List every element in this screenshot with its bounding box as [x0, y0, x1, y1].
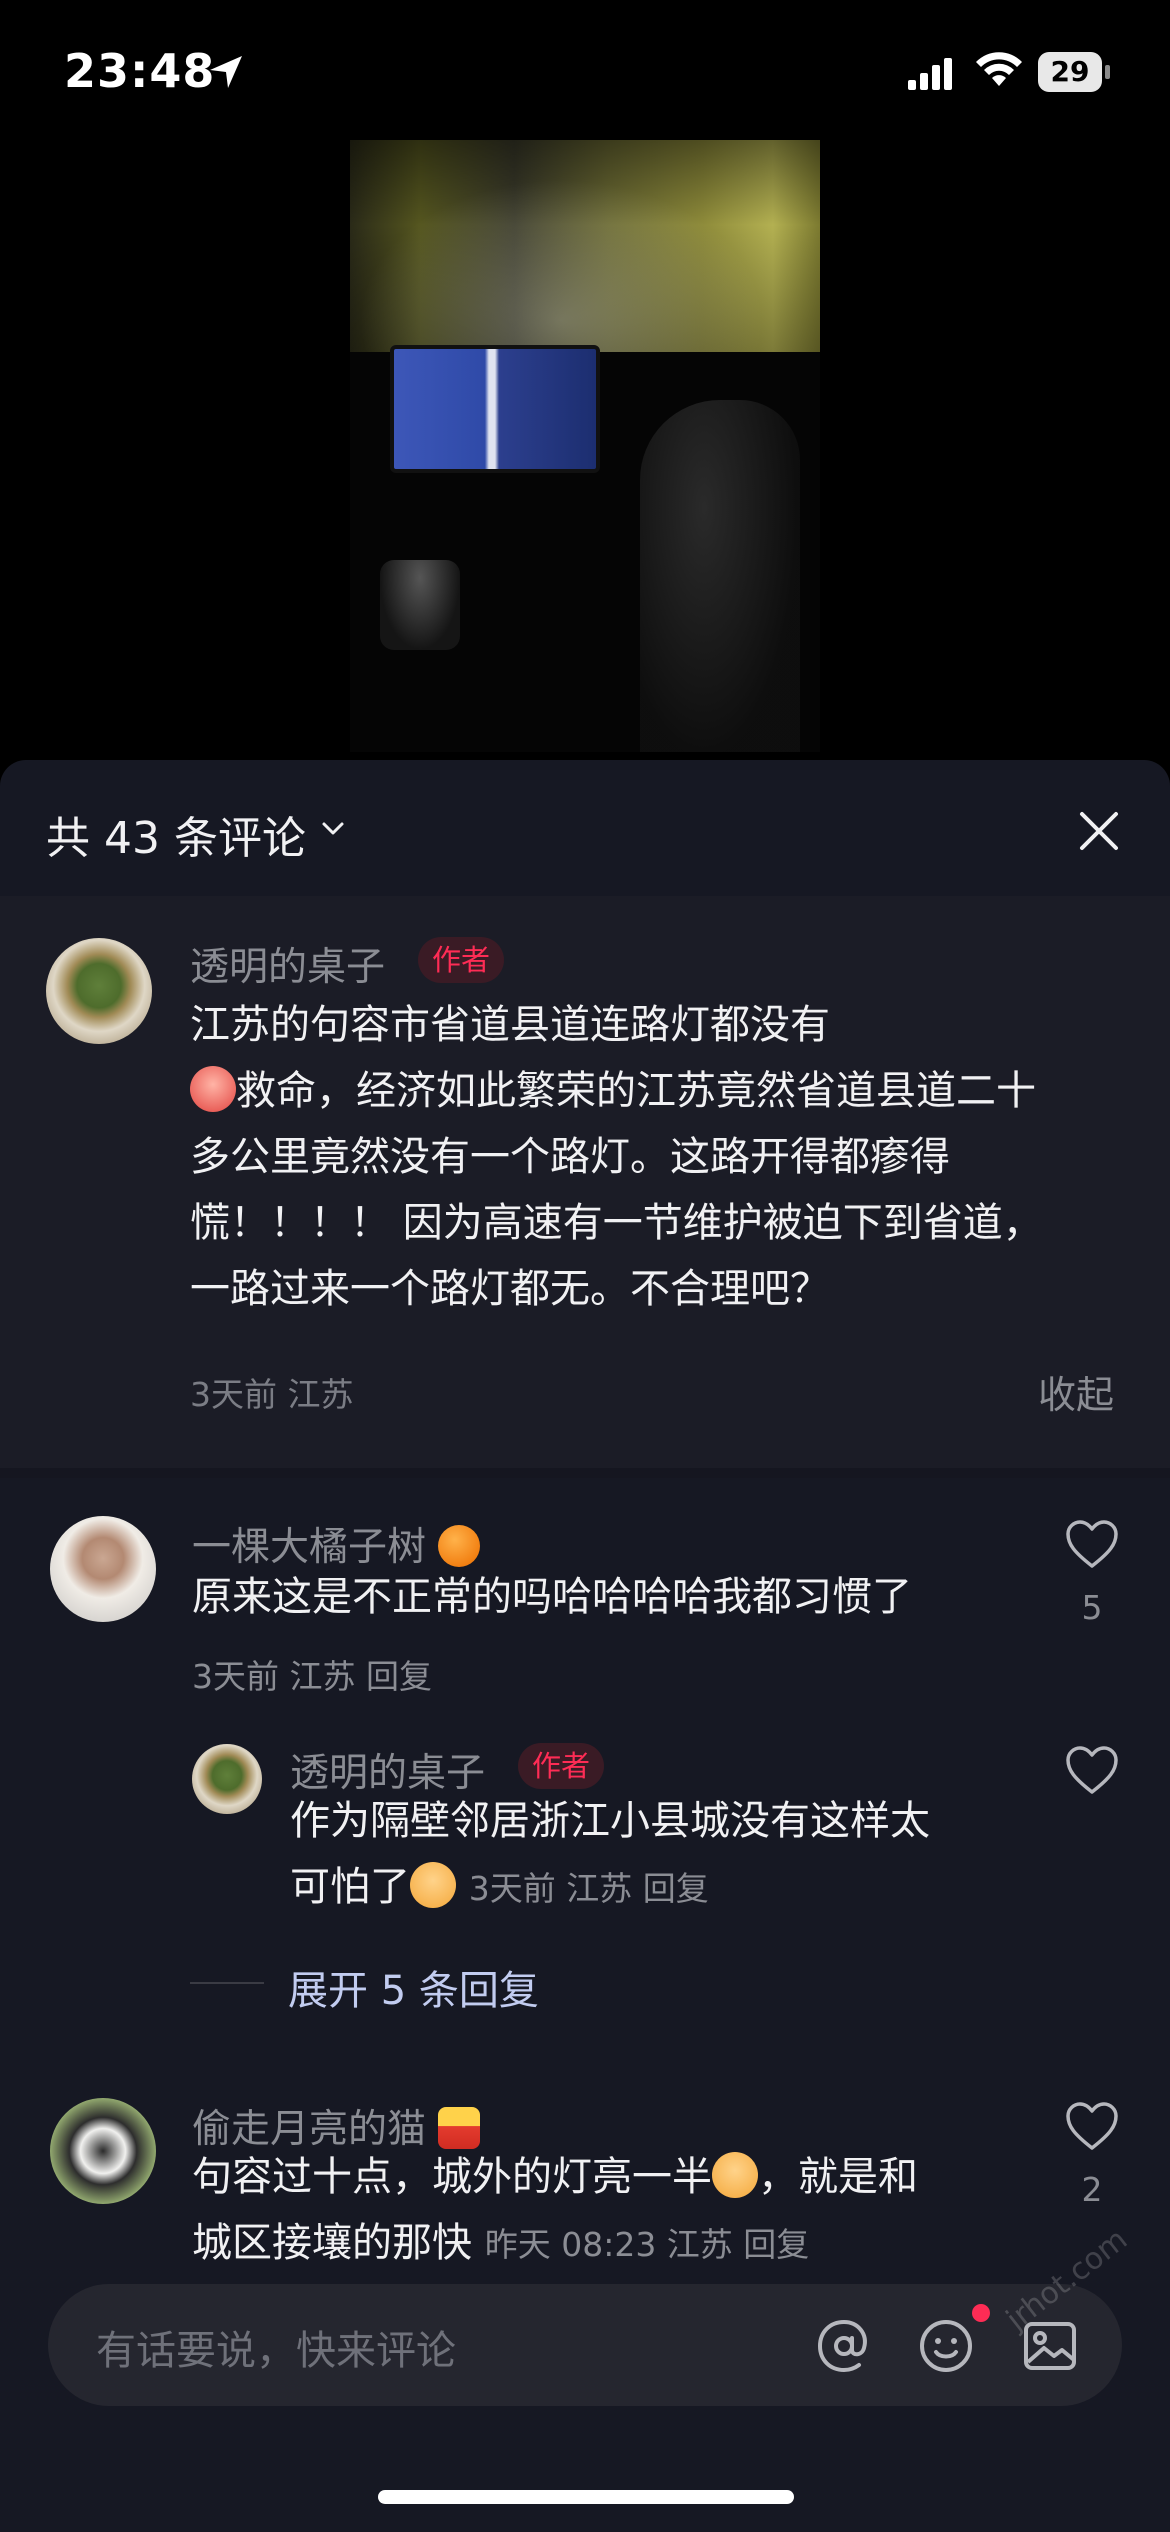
crying-emoji — [410, 1862, 456, 1908]
reply-meta[interactable]: 3天前 江苏 回复 — [469, 1869, 709, 1908]
comment-meta[interactable]: 3天前 江苏 回复 — [192, 1650, 432, 1698]
comment-input-bar[interactable]: 有话要说，快来评论 — [48, 2284, 1122, 2406]
comment-text: 句容过十点，城外的灯亮一半 ，就是和 — [192, 2144, 918, 2210]
comment-text-main: 句容过十点，城外的灯亮一半 — [192, 2154, 712, 2200]
username[interactable]: 透明的桌子 — [190, 936, 385, 992]
expand-replies-button[interactable]: 展开 5 条回复 — [288, 1958, 539, 2016]
comment-count-title[interactable]: 共 43 条评论 — [46, 802, 306, 866]
reply-text-line-2-text: 可怕了 — [290, 1864, 410, 1910]
comment-line-2-text: 城区接壤的那快 — [192, 2220, 472, 2266]
orange-emoji — [438, 1524, 481, 1567]
like-count: 5 — [1081, 1588, 1103, 1627]
cellular-signal-icon — [908, 58, 952, 90]
post-line-3: 多公里竟然没有一个路灯。这路开得都瘆得 — [190, 1134, 950, 1180]
video-cup — [380, 560, 460, 650]
comment-meta[interactable]: 昨天 08:23 江苏 回复 — [485, 2225, 810, 2264]
avatar[interactable] — [50, 2098, 156, 2204]
post-line-4: 慌！！！！ 因为高速有一节维护被迫下到省道， — [190, 1200, 1043, 1246]
comment-text-tail: ，就是和 — [758, 2154, 918, 2200]
video-steering-shadow — [640, 400, 800, 752]
notification-dot — [972, 2304, 990, 2322]
heart-icon[interactable] — [1064, 1518, 1120, 1570]
comment-text: 原来这是不正常的吗哈哈哈哈我都习惯了 — [192, 1574, 912, 1620]
author-badge: 作者 — [518, 1743, 605, 1789]
post-line-5: 一路过来一个路灯都无。不合理吧？ — [190, 1266, 830, 1312]
close-icon[interactable] — [1074, 806, 1124, 856]
battery-level: 29 — [1038, 52, 1102, 92]
video-player[interactable] — [350, 140, 820, 752]
crying-emoji — [712, 2152, 758, 2198]
comment-input[interactable]: 有话要说，快来评论 — [96, 2318, 456, 2376]
author-badge: 作者 — [418, 937, 505, 983]
comment-sheet: 共 43 条评论 透明的桌子 作者 江苏的句容市省道县道连路灯都没有 救命，经济… — [0, 760, 1170, 2532]
video-road-scene — [350, 140, 820, 352]
at-icon[interactable] — [812, 2314, 876, 2378]
comment-sheet-header: 共 43 条评论 — [0, 760, 1170, 896]
post-line-1: 江苏的句容市省道县道连路灯都没有 — [190, 1002, 830, 1048]
avatar[interactable] — [50, 1516, 156, 1622]
chevron-down-icon[interactable] — [318, 814, 348, 844]
battery-tip — [1105, 65, 1110, 79]
post-line-2-text: 救命，经济如此繁荣的江苏竟然省道县道二十 — [236, 1068, 1036, 1114]
home-indicator[interactable] — [378, 2490, 794, 2504]
status-bar: 23:48 29 — [0, 0, 1170, 150]
divider — [0, 1468, 1170, 1478]
post-meta: 3天前 江苏 — [190, 1375, 354, 1414]
video-car-display — [390, 345, 600, 473]
avatar[interactable] — [192, 1744, 262, 1814]
author-post: 透明的桌子 作者 江苏的句容市省道县道连路灯都没有 救命，经济如此繁荣的江苏竟然… — [0, 896, 1170, 1468]
expand-replies-line — [190, 1982, 264, 1984]
emoji-icon[interactable] — [914, 2314, 978, 2378]
reply-text-line-2: 可怕了 3天前 江苏 回复 — [290, 1854, 709, 1922]
crying-face-emoji — [190, 1066, 236, 1112]
like-count: 2 — [1081, 2170, 1103, 2209]
post-line-2: 救命，经济如此繁荣的江苏竟然省道县道二十 — [190, 1058, 1036, 1124]
reply-text-line-1: 作为隔壁邻居浙江小县城没有这样太 — [290, 1798, 930, 1844]
heart-icon[interactable] — [1064, 1744, 1120, 1796]
avatar[interactable] — [46, 938, 152, 1044]
fries-emoji — [438, 2106, 481, 2149]
comment-text-line-2: 城区接壤的那快 昨天 08:23 江苏 回复 — [192, 2210, 809, 2278]
status-time: 23:48 — [64, 44, 216, 98]
location-arrow-icon — [210, 56, 242, 88]
collapse-button[interactable]: 收起 — [1038, 1364, 1114, 1419]
heart-icon[interactable] — [1064, 2100, 1120, 2152]
battery-icon: 29 — [1038, 52, 1110, 92]
wifi-icon — [976, 52, 1022, 86]
